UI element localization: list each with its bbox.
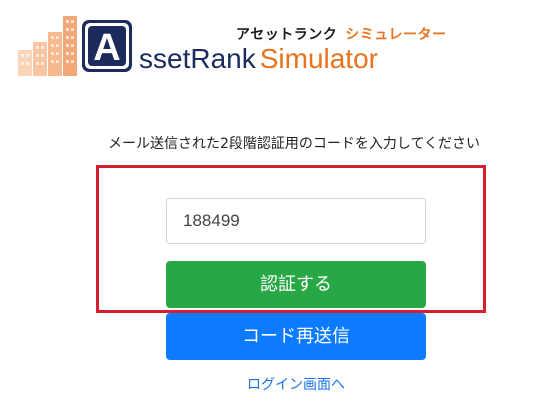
verify-button[interactable]: 認証する: [166, 261, 426, 308]
bar-chart-logo-icon: A: [18, 16, 132, 76]
logo-letter: A: [93, 27, 120, 69]
logo-kana-text: アセットランク シミュレーター: [236, 27, 447, 43]
two-factor-page: A アセットランク シミュレーター ssetRank Simulator メール送信…: [0, 0, 558, 412]
login-screen-link[interactable]: ログイン画面へ: [0, 374, 558, 394]
instruction-text: メール送信された2段階認証用のコードを入力してください: [107, 136, 481, 152]
logo-wordmark: ssetRank Simulator: [139, 43, 378, 74]
verification-code-input[interactable]: [166, 198, 426, 244]
assetrank-simulator-logo: A アセットランク シミュレーター ssetRank Simulator: [18, 12, 446, 78]
resend-code-button[interactable]: コード再送信: [166, 313, 426, 360]
